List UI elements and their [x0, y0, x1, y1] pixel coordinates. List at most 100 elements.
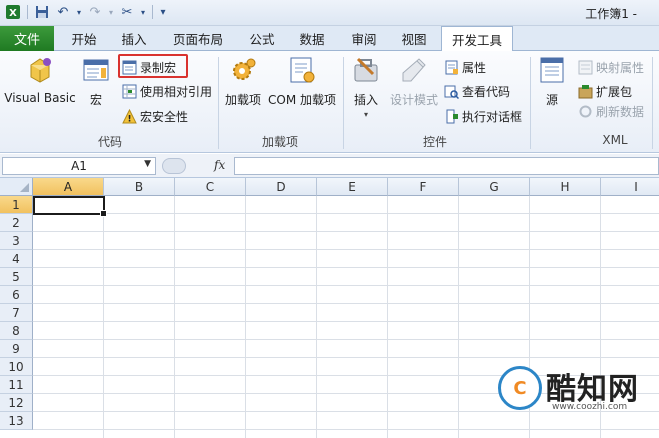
row-gridline — [33, 249, 659, 250]
properties-button[interactable]: 属性 — [444, 59, 486, 76]
watermark: C 酷知网 www.coozhi.com — [494, 364, 659, 438]
column-header-c[interactable]: C — [175, 178, 246, 196]
run-dialog-button[interactable]: 执行对话框 — [444, 108, 522, 125]
row-header-13[interactable]: 13 — [0, 412, 33, 430]
macros-icon — [83, 59, 109, 81]
design-mode-icon — [402, 58, 426, 82]
chevron-down-icon[interactable]: ▾ — [75, 3, 83, 21]
insert-function-icon[interactable]: fx — [214, 158, 225, 172]
row-header-11[interactable]: 11 — [0, 376, 33, 394]
tab-data[interactable]: 数据 — [290, 26, 334, 51]
row-gridline — [33, 285, 659, 286]
row-header-5[interactable]: 5 — [0, 268, 33, 286]
row-header-6[interactable]: 6 — [0, 286, 33, 304]
svg-text:X: X — [9, 8, 17, 19]
row-header-3[interactable]: 3 — [0, 232, 33, 250]
tools-icon[interactable]: ✂ — [118, 3, 136, 21]
insert-control-label: 插入 — [353, 93, 378, 107]
formula-bar-resize-handle[interactable] — [162, 158, 186, 174]
macros-label: 宏 — [89, 93, 102, 107]
view-code-button[interactable]: 查看代码 — [444, 83, 510, 100]
relative-reference-label: 使用相对引用 — [140, 85, 213, 99]
refresh-data-label: 刷新数据 — [596, 105, 645, 119]
expansion-packs-button[interactable]: 扩展包 — [578, 83, 632, 100]
save-icon[interactable] — [33, 3, 51, 21]
column-header-b[interactable]: B — [104, 178, 175, 196]
row-header-7[interactable]: 7 — [0, 304, 33, 322]
code-group-label: 代码 — [97, 135, 122, 149]
row-header-9[interactable]: 9 — [0, 340, 33, 358]
qat-separator — [152, 5, 153, 19]
addins-group-label: 加载项 — [261, 135, 298, 149]
chevron-down-icon[interactable]: ▼ — [144, 159, 151, 169]
design-mode-button[interactable]: 设计模式 — [388, 55, 440, 108]
tab-developer[interactable]: 开发工具 — [441, 26, 513, 52]
name-box-value: A1 — [71, 159, 87, 173]
excel-icon[interactable]: X — [4, 3, 22, 21]
chevron-down-icon[interactable]: ▾ — [107, 3, 115, 21]
xml-group-label: XML — [602, 133, 628, 147]
row-header-8[interactable]: 8 — [0, 322, 33, 340]
macro-security-label: 宏安全性 — [140, 110, 189, 124]
warning-icon: ! — [122, 109, 137, 124]
com-addins-label: COM 加载项 — [268, 93, 336, 107]
map-properties-icon — [578, 60, 593, 75]
column-header-f[interactable]: F — [388, 178, 459, 196]
refresh-data-button[interactable]: 刷新数据 — [578, 103, 644, 120]
xml-source-icon — [540, 57, 564, 83]
formula-input[interactable] — [234, 157, 659, 175]
macros-button[interactable]: 宏 — [80, 55, 112, 108]
tab-page-layout[interactable]: 页面布局 — [164, 26, 232, 51]
column-header-i[interactable]: I — [601, 178, 659, 196]
select-all-button[interactable] — [0, 178, 33, 196]
tab-view[interactable]: 视图 — [392, 26, 436, 51]
active-cell[interactable] — [33, 196, 107, 217]
addins-button[interactable]: 加载项 — [222, 55, 264, 108]
tab-review[interactable]: 审阅 — [342, 26, 386, 51]
window-title: 工作簿1 - — [585, 7, 637, 21]
column-header-d[interactable]: D — [246, 178, 317, 196]
row-header-1[interactable]: 1 — [0, 196, 33, 214]
visual-basic-button[interactable]: Visual Basic — [4, 55, 76, 105]
column-gridline — [103, 196, 104, 438]
refresh-icon — [579, 105, 592, 118]
tab-home[interactable]: 开始 — [62, 26, 106, 51]
column-gridline — [174, 196, 175, 438]
row-header-2[interactable]: 2 — [0, 214, 33, 232]
column-header-a[interactable]: A — [33, 178, 104, 196]
row-gridline — [33, 357, 659, 358]
view-code-icon — [444, 85, 459, 99]
relative-reference-button[interactable]: 使用相对引用 — [122, 83, 212, 100]
map-properties-button[interactable]: 映射属性 — [578, 59, 644, 76]
group-divider — [652, 57, 653, 149]
column-gridline — [387, 196, 388, 438]
column-header-g[interactable]: G — [459, 178, 530, 196]
column-header-e[interactable]: E — [317, 178, 388, 196]
insert-control-button[interactable]: 插入 ▾ — [348, 55, 384, 119]
macro-security-button[interactable]: ! 宏安全性 — [122, 108, 188, 125]
tab-insert[interactable]: 插入 — [112, 26, 156, 51]
row-header-10[interactable]: 10 — [0, 358, 33, 376]
column-header-h[interactable]: H — [530, 178, 601, 196]
row-header-4[interactable]: 4 — [0, 250, 33, 268]
name-box[interactable]: A1 ▼ — [2, 157, 156, 175]
visual-basic-label: Visual Basic — [4, 91, 76, 105]
tab-file[interactable]: 文件 — [0, 26, 54, 51]
group-divider — [343, 57, 344, 149]
undo-icon[interactable]: ↶ — [54, 3, 72, 21]
row-gridline — [33, 339, 659, 340]
addins-label: 加载项 — [224, 93, 261, 107]
watermark-url: www.coozhi.com — [552, 402, 628, 412]
toolbox-icon — [354, 57, 378, 82]
row-header-12[interactable]: 12 — [0, 394, 33, 412]
redo-icon[interactable]: ↷ — [86, 3, 104, 21]
group-divider — [530, 57, 531, 149]
ribbon: Visual Basic 宏 录制宏 使用相对引用 ! 宏安全性 代码 加载项 … — [0, 51, 659, 153]
column-gridline — [245, 196, 246, 438]
tab-formulas[interactable]: 公式 — [240, 26, 284, 51]
com-addins-button[interactable]: COM 加载项 — [266, 55, 338, 108]
chevron-down-icon[interactable]: ▾ — [139, 3, 147, 21]
com-addins-icon — [290, 57, 315, 83]
xml-source-button[interactable]: 源 — [535, 55, 569, 108]
customize-qat-icon[interactable]: ▾ — [158, 3, 168, 21]
